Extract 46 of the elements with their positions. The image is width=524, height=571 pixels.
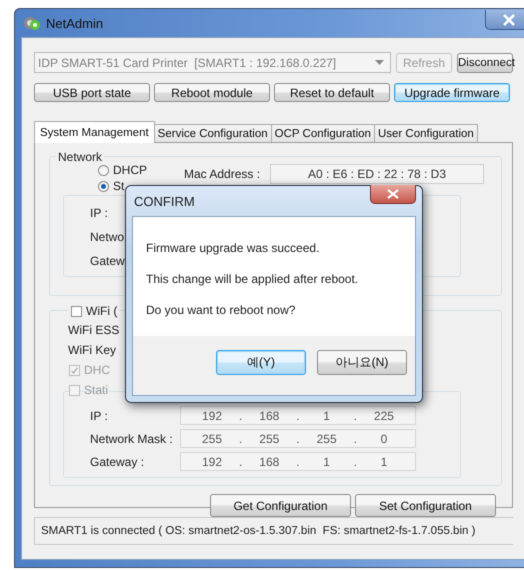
close-button[interactable] (370, 185, 416, 204)
message-text: Firmware upgrade was succeed. (146, 241, 320, 255)
field-label: IP : (90, 206, 108, 220)
tab[interactable]: User Configuration (374, 124, 478, 142)
window-title: NetAdmin (46, 16, 104, 30)
ip-address-field[interactable]: 255 . 255 . 255 . 0 (180, 429, 416, 448)
checkbox-label: Stati (84, 383, 108, 397)
configuration-button[interactable]: Set Configuration (355, 494, 496, 517)
ip-address-field[interactable]: 192 . 168 . 1 . 1 (180, 452, 416, 471)
radio-label: St (113, 179, 124, 193)
status-text: SMART1 is connected ( OS: smartnet2-os-1.5.307.bin FS: smartnet2-fs-1.7.055.bin ) (41, 525, 476, 537)
action-button[interactable]: USB port state (34, 83, 150, 102)
field-label: Gatew (90, 254, 125, 268)
group-title: Network (56, 150, 104, 164)
radio-button[interactable] (98, 164, 109, 176)
message-text: Do you want to reboot now? (146, 303, 296, 317)
field-label: WiFi ESS (68, 323, 120, 337)
tab[interactable]: OCP Configuration (270, 124, 375, 142)
field-label: WiFi Key (68, 343, 116, 357)
tab[interactable]: System Management (34, 121, 155, 143)
checkbox-label: DHC (84, 363, 110, 377)
ip-address-field[interactable]: 192 . 168 . 1 . 225 (180, 406, 416, 425)
close-icon (502, 14, 516, 26)
dialog-title: CONFIRM (134, 194, 195, 208)
field-label: Netwo (90, 230, 124, 244)
checkbox[interactable] (71, 306, 82, 316)
close-icon (386, 189, 400, 199)
radio-label: DHCP (113, 163, 148, 177)
toolbar-button[interactable]: Disconnect (457, 52, 513, 72)
mac-address-field: A0 : E6 : ED : 22 : 78 : D3 (270, 164, 484, 184)
tab[interactable]: Service Configuration (154, 124, 272, 142)
action-button[interactable]: Reboot module (154, 83, 270, 102)
dialog-button[interactable]: 예(Y) (216, 350, 306, 375)
caret-icon (375, 60, 384, 65)
dialog-button[interactable]: 아니요(N) (317, 350, 407, 375)
close-button[interactable] (485, 10, 524, 30)
checkbox-label: WiFi ( (86, 304, 118, 318)
field-label: Network Mask : (90, 432, 174, 446)
field-label: Mac Address : (184, 167, 262, 181)
field-label: Gateway : (90, 454, 146, 468)
message-text: This change will be applied after reboot. (146, 272, 360, 286)
action-button[interactable]: Upgrade firmware (394, 83, 510, 102)
configuration-button[interactable]: Get Configuration (210, 494, 351, 517)
action-button[interactable]: Reset to default (274, 83, 390, 102)
field-label: IP : (90, 408, 109, 422)
radio-button[interactable] (98, 180, 109, 192)
